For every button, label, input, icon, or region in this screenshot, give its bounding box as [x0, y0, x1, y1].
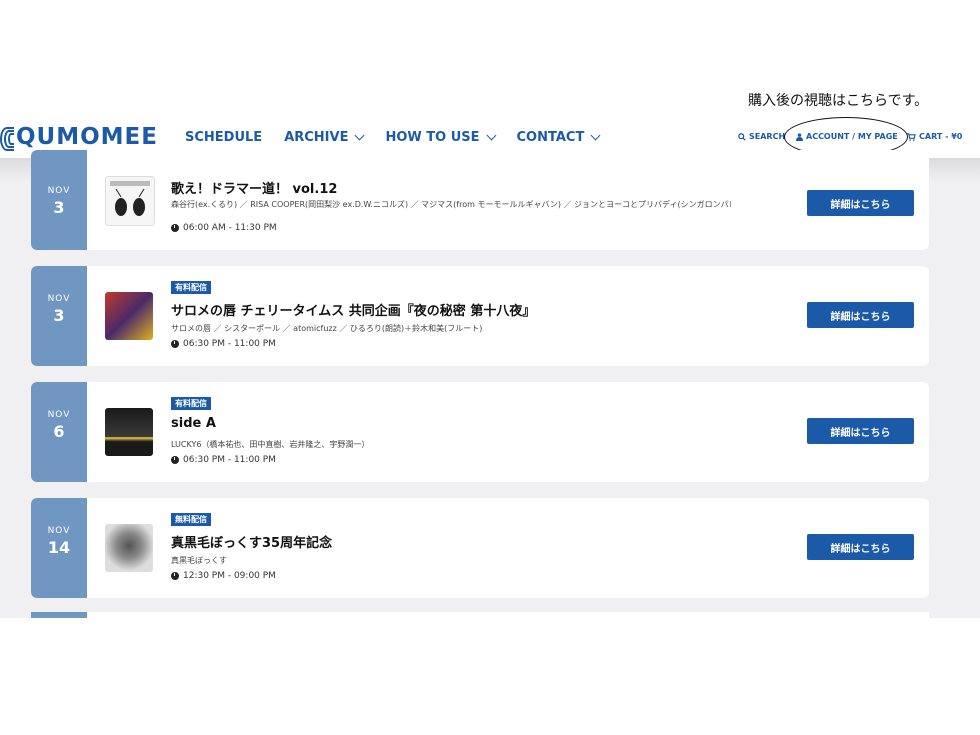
event-card: NOV 6 有料配信 side A LUCKY6（橋本祐也、田中直樹、岩井隆之、… — [31, 382, 929, 482]
event-title[interactable]: side A — [171, 416, 216, 431]
nav-schedule-label: SCHEDULE — [185, 130, 263, 145]
site-logo[interactable]: QUMOMEE — [0, 124, 158, 151]
event-thumbnail[interactable] — [105, 292, 153, 340]
event-card-partial — [31, 612, 929, 618]
event-thumbnail[interactable] — [105, 176, 155, 226]
event-date: NOV 6 — [31, 382, 87, 482]
clock-icon — [171, 456, 179, 464]
event-month: NOV — [47, 294, 71, 304]
event-thumbnail[interactable] — [105, 408, 153, 456]
event-date — [31, 612, 87, 618]
event-day: 3 — [53, 198, 65, 217]
main-nav: SCHEDULE ARCHIVE HOW TO USE CONTACT — [185, 130, 621, 145]
nav-archive[interactable]: ARCHIVE — [284, 130, 365, 145]
nav-archive-label: ARCHIVE — [284, 130, 349, 145]
event-month: NOV — [47, 410, 71, 420]
logo-text: QUMOMEE — [16, 124, 158, 150]
event-time: 06:30 PM - 11:00 PM — [171, 339, 276, 349]
event-artists: LUCKY6（橋本祐也、田中直樹、岩井隆之、宇野潤一） — [171, 440, 370, 449]
event-artists: 森谷行(ex.くるり) ／ RISA COOPER(岡田梨沙 ex.D.W.ニコ… — [171, 200, 731, 209]
event-time: 06:30 PM - 11:00 PM — [171, 455, 276, 465]
event-time-text: 06:30 PM - 11:00 PM — [183, 455, 276, 465]
chevron-down-icon — [486, 130, 496, 141]
cart-link[interactable]: CART - ¥0 — [907, 132, 962, 141]
status-badge: 有料配信 — [171, 281, 211, 294]
nav-how-to-use[interactable]: HOW TO USE — [385, 130, 496, 145]
nav-schedule[interactable]: SCHEDULE — [185, 130, 262, 145]
event-date: NOV 3 — [31, 266, 87, 366]
event-card: NOV 14 無料配信 真黒毛ぼっくす35周年記念 真黒毛ぼっくす 12:30 … — [31, 498, 929, 598]
search-icon — [738, 132, 746, 141]
event-date: NOV 14 — [31, 498, 87, 598]
nav-contact-label: CONTACT — [516, 130, 585, 145]
event-card: NOV 3 歌え！ドラマー道！ vol.12 森谷行(ex.くるり) ／ RIS… — [31, 150, 929, 250]
chevron-down-icon — [590, 130, 601, 141]
details-button[interactable]: 詳細はこちら — [807, 302, 914, 328]
details-button[interactable]: 詳細はこちら — [807, 190, 914, 216]
event-artists: 真黒毛ぼっくす — [171, 556, 227, 565]
nav-how-to-use-label: HOW TO USE — [385, 130, 480, 145]
event-day: 14 — [47, 538, 71, 557]
event-date: NOV 3 — [31, 150, 87, 250]
chevron-down-icon — [355, 130, 365, 141]
event-title[interactable]: 真黒毛ぼっくす35周年記念 — [171, 532, 332, 551]
event-thumbnail[interactable] — [105, 524, 153, 572]
event-month: NOV — [47, 186, 71, 196]
logo-waves-icon — [0, 127, 14, 151]
cart-label: CART - ¥0 — [919, 132, 963, 141]
event-time: 06:00 AM - 11:30 PM — [171, 223, 277, 233]
details-button[interactable]: 詳細はこちら — [807, 534, 914, 560]
event-card: NOV 3 有料配信 サロメの唇 チェリータイムス 共同企画『夜の秘密 第十八夜… — [31, 266, 929, 366]
status-badge: 無料配信 — [171, 513, 211, 526]
status-badge: 有料配信 — [171, 397, 211, 410]
details-button[interactable]: 詳細はこちら — [807, 418, 914, 444]
event-time-text: 12:30 PM - 09:00 PM — [183, 571, 276, 581]
annotation-note: 購入後の視聴はこちらです。 — [748, 93, 929, 109]
clock-icon — [171, 224, 179, 232]
event-day: 6 — [53, 422, 65, 441]
clock-icon — [171, 340, 179, 348]
event-time-text: 06:30 PM - 11:00 PM — [183, 339, 276, 349]
search-label: SEARCH — [749, 132, 786, 141]
event-day: 3 — [53, 306, 65, 325]
search-link[interactable]: SEARCH — [738, 132, 785, 141]
event-artists: サロメの唇 ／ シスターポール ／ atomicfuzz ／ ひるろり(朗読)＋… — [171, 324, 483, 333]
event-title[interactable]: 歌え！ドラマー道！ vol.12 — [171, 178, 337, 197]
cart-icon — [907, 132, 916, 141]
event-month: NOV — [47, 526, 71, 536]
clock-icon — [171, 572, 179, 580]
event-time: 12:30 PM - 09:00 PM — [171, 571, 276, 581]
event-title[interactable]: サロメの唇 チェリータイムス 共同企画『夜の秘密 第十八夜』 — [171, 300, 535, 319]
nav-contact[interactable]: CONTACT — [516, 130, 601, 145]
event-time-text: 06:00 AM - 11:30 PM — [183, 223, 277, 233]
